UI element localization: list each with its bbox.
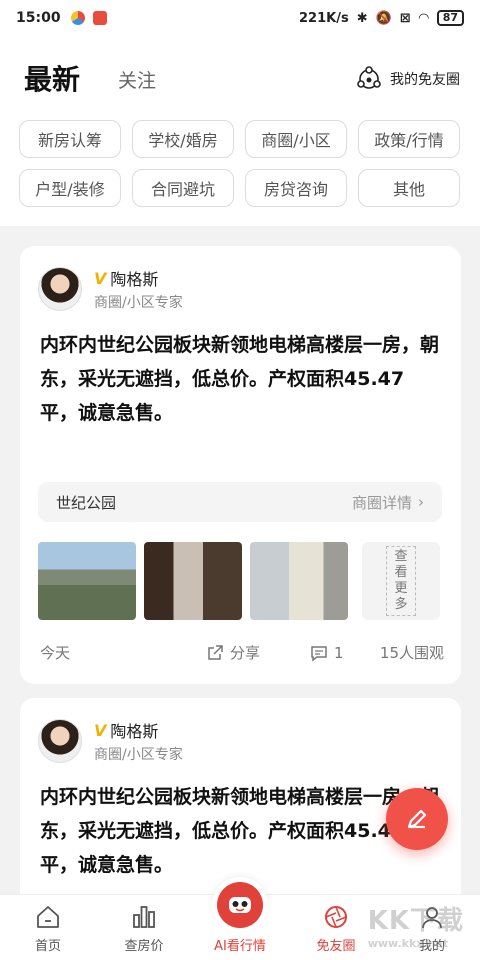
author-name: 陶格斯 <box>110 722 159 741</box>
share-button[interactable]: 分享 <box>206 642 260 663</box>
app-notification-icon-2 <box>92 11 107 25</box>
post-photos: 查看更多 <box>38 542 440 620</box>
share-icon <box>208 644 223 660</box>
nav-home[interactable]: 首页 <box>0 895 96 960</box>
avatar[interactable] <box>38 719 82 763</box>
wifi-icon: ◠ <box>418 10 429 26</box>
nav-ai-label: AI看行情 <box>214 939 266 954</box>
verified-badge-icon: V <box>94 268 107 288</box>
bar-chart-icon <box>133 906 155 928</box>
post-photo[interactable] <box>144 542 242 620</box>
chip-business-area[interactable]: 商圈/小区 <box>245 120 347 158</box>
my-circle-label: 我的免友圈 <box>390 72 460 88</box>
circle-network-icon <box>357 66 381 89</box>
tab-follow[interactable]: 关注 <box>118 66 156 98</box>
comment-button[interactable]: 1 <box>310 644 344 662</box>
area-link[interactable]: 世纪公园 商圈详情 › <box>38 482 442 522</box>
clock: 15:00 <box>16 10 61 26</box>
sim-icon: ⊠ <box>399 10 411 26</box>
home-icon <box>37 906 59 928</box>
chip-new-house[interactable]: 新房认筹 <box>19 120 121 158</box>
shutter-icon <box>325 906 347 928</box>
chip-policy[interactable]: 政策/行情 <box>358 120 460 158</box>
post-time: 今天 <box>40 644 71 662</box>
chip-mortgage[interactable]: 房贷咨询 <box>245 169 347 207</box>
chevron-right-icon: › <box>418 493 424 511</box>
chip-school[interactable]: 学校/婚房 <box>132 120 234 158</box>
area-detail-label: 商圈详情 <box>351 493 412 512</box>
tab-latest[interactable]: 最新 <box>24 58 81 98</box>
area-name: 世纪公园 <box>56 493 117 512</box>
chip-contract[interactable]: 合同避坑 <box>132 169 234 207</box>
feed-tabs: 最新 关注 <box>24 58 156 98</box>
status-bar: 15:00 221K/s ✱ 🔕 ⊠ ◠ 87 <box>0 0 480 36</box>
nav-home-label: 首页 <box>34 939 61 954</box>
network-speed: 221K/s <box>298 10 349 26</box>
watermark-text: KK下载 <box>367 906 464 936</box>
topic-chips: 新房认筹 学校/婚房 商圈/小区 政策/行情 户型/装修 合同避坑 房贷咨询 其… <box>19 120 460 207</box>
status-right: 221K/s ✱ 🔕 ⊠ ◠ 87 <box>299 10 464 26</box>
post-author[interactable]: V 陶格斯 商圈/小区专家 <box>38 266 183 312</box>
nav-ai-market[interactable]: AI看行情 <box>192 877 288 960</box>
post-text[interactable]: 内环内世纪公园板块新领地电梯高楼层一房，朝东，采光无遮挡，低总价。产权面积45.… <box>40 328 440 430</box>
chip-layout[interactable]: 户型/装修 <box>19 169 121 207</box>
header: 最新 关注 我的免友圈 新房认筹 学校/婚房 商圈/小区 政策/行情 户型/装修… <box>0 36 480 226</box>
post-card[interactable]: V 陶格斯 商圈/小区专家 内环内世纪公园板块新领地电梯高楼层一房，朝东，采光无… <box>20 246 461 684</box>
bluetooth-icon: ✱ <box>356 10 368 26</box>
my-circle-link[interactable]: 我的免友圈 <box>356 66 460 92</box>
battery-icon: 87 <box>436 10 464 26</box>
author-role: 商圈/小区专家 <box>94 295 183 311</box>
view-count: 15人围观 <box>379 644 444 662</box>
area-detail: 商圈详情 › <box>352 492 424 513</box>
comment-count: 1 <box>334 643 344 662</box>
verified-badge-icon: V <box>94 720 107 740</box>
comment-icon <box>311 645 327 661</box>
post-author[interactable]: V 陶格斯 商圈/小区专家 <box>38 718 183 764</box>
author-name: 陶格斯 <box>110 270 159 289</box>
watermark-url: www.kkx.net <box>367 937 449 950</box>
compose-post-button[interactable] <box>386 788 448 850</box>
post-actions: 今天 分享 1 15人围观 <box>40 642 444 663</box>
robot-face-icon <box>229 897 251 913</box>
nav-circle-label: 免友圈 <box>316 939 356 954</box>
avatar[interactable] <box>38 267 82 311</box>
pencil-icon <box>407 809 427 829</box>
watermark: KK下载 www.kkx.net <box>368 900 464 950</box>
post-photo[interactable] <box>38 542 136 620</box>
nav-price[interactable]: 查房价 <box>96 895 192 960</box>
post-text[interactable]: 内环内世纪公园板块新领地电梯高楼层一房，朝东，采光无遮挡，低总价。产权面积45.… <box>40 780 440 882</box>
mute-icon: 🔕 <box>375 10 392 26</box>
share-label: 分享 <box>230 644 261 662</box>
chip-other[interactable]: 其他 <box>358 169 460 207</box>
app-notification-icon <box>70 11 85 25</box>
ai-assistant-icon <box>212 877 268 933</box>
view-more-label: 查看更多 <box>386 546 416 616</box>
nav-price-label: 查房价 <box>124 939 164 954</box>
author-role: 商圈/小区专家 <box>94 747 183 763</box>
view-more-photos-button[interactable]: 查看更多 <box>362 542 440 620</box>
post-photo[interactable] <box>250 542 348 620</box>
